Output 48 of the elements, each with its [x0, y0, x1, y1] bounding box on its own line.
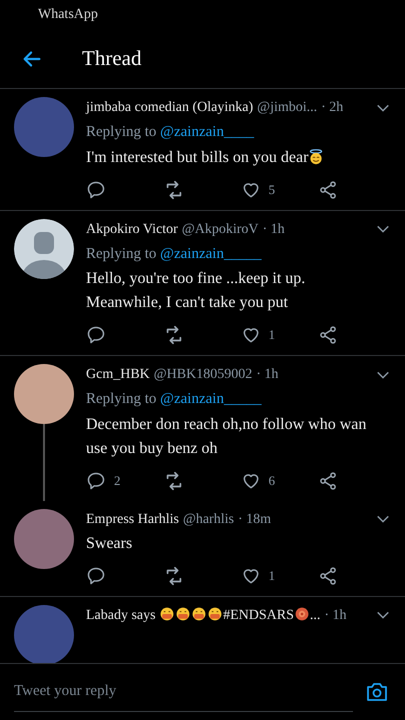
like-button[interactable]: 6	[240, 470, 318, 490]
flower-icon	[294, 606, 310, 622]
share-nodes-icon	[318, 470, 338, 490]
author-handle: @harhlis	[182, 512, 234, 526]
tweet-text: Swears	[86, 534, 134, 554]
author-name: Empress Harhlis	[86, 512, 179, 526]
mention-link[interactable]: @zainzain_____	[160, 246, 262, 262]
masked-face-icon	[191, 606, 208, 622]
tweet-time: · 1h	[324, 608, 347, 622]
header-title: Thread	[82, 45, 142, 72]
like-button[interactable]: 1	[240, 325, 318, 345]
author-handle: @AkpokiroV	[182, 222, 259, 236]
camera-icon	[365, 680, 389, 704]
reply-button[interactable]: 2	[86, 470, 164, 490]
speech-bubble-icon	[86, 566, 106, 586]
mention-link[interactable]: @zainzain_____	[160, 391, 262, 407]
masked-face-icon	[159, 606, 176, 622]
masked-face-icon	[207, 606, 224, 622]
replying-label: Replying to	[86, 124, 156, 140]
share-nodes-icon	[318, 325, 338, 345]
replying-label: Replying to	[86, 391, 156, 407]
like-button[interactable]: 1	[240, 566, 318, 586]
like-button[interactable]: 5	[240, 180, 318, 200]
speech-bubble-icon	[86, 325, 106, 345]
speech-bubble-icon	[86, 180, 106, 200]
replying-label: Replying to	[86, 246, 156, 262]
author-handle: @jimboi...	[257, 100, 318, 115]
tweet-text: I'm interested but bills on you dear	[86, 146, 395, 170]
reply-input-field[interactable]: Tweet your reply	[14, 672, 353, 712]
tweet-text: December don reach oh,no follow who wan use you buy benz oh	[86, 414, 368, 458]
author-name: Gcm_HBK	[86, 367, 150, 382]
share-nodes-icon	[318, 180, 338, 200]
tweet-time: · 2h	[321, 100, 344, 115]
speech-bubble-icon	[86, 470, 106, 490]
author-name: Akpokiro Victor	[86, 222, 178, 236]
halo-smiley-icon	[308, 148, 324, 164]
status-app-name: WhatsApp	[37, 6, 99, 24]
mention-link[interactable]: @zainzain____	[160, 124, 254, 140]
share-nodes-icon	[318, 566, 338, 586]
tweet-text: Hello, you're too fine ...keep it up. Meanwhile, I can't take you put	[86, 269, 306, 313]
heart-icon	[240, 325, 260, 345]
author-handle: @HBK18059002	[154, 367, 252, 382]
tweet-time: · 18m	[238, 512, 271, 526]
tweet-time: · 1h	[262, 222, 285, 236]
tweet-time: · 1h	[256, 367, 278, 382]
author-name: Labady says #ENDSARS ...	[86, 608, 320, 622]
author-name: jimbaba comedian (Olayinka)	[86, 100, 254, 115]
masked-face-icon	[175, 606, 192, 622]
